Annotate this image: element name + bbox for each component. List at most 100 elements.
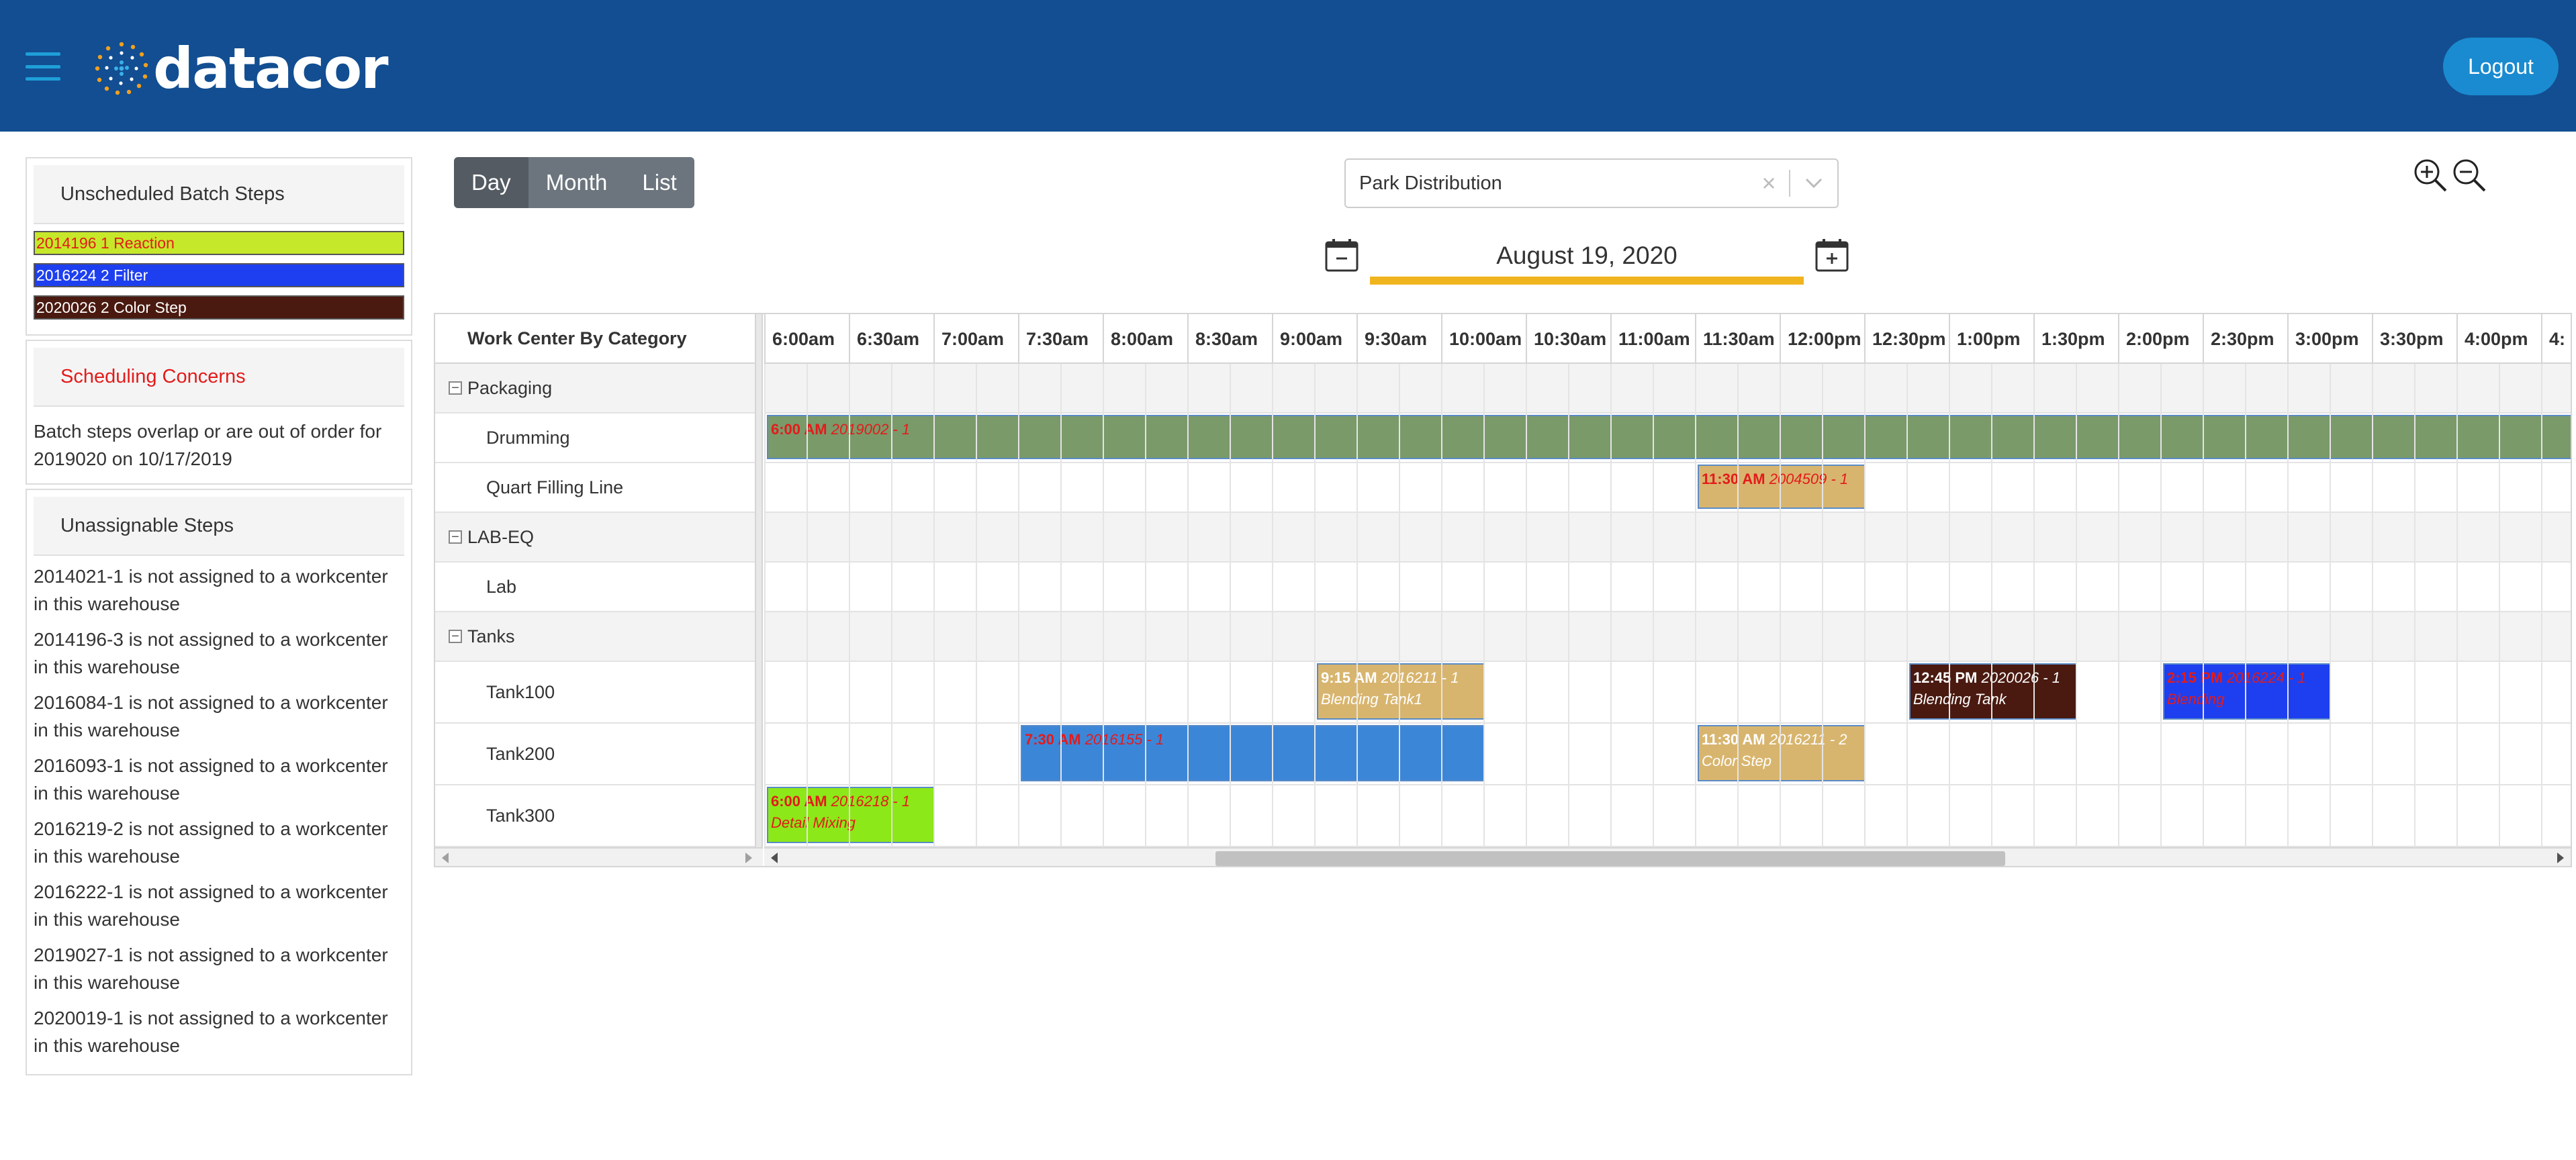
time-slot-header: 9:00am: [1272, 314, 1356, 364]
event-description: Blending Tank1: [1321, 691, 1422, 708]
unscheduled-batch-item[interactable]: 2020026 2 Color Step: [34, 295, 404, 320]
time-slot-header: 11:00am: [1610, 314, 1695, 364]
timeline-row-tank200[interactable]: 7:30 AM 2016155 - 1 11:30 AM 2016211 - 2 C…: [764, 724, 2571, 785]
view-day-button[interactable]: Day: [454, 157, 528, 208]
datacor-logo-icon: [95, 42, 148, 95]
timeline-rows: 6:00 AM 2019002 - 1 11:30 AM 2004509 - 1…: [764, 364, 2571, 847]
zoom-out-icon[interactable]: [2451, 157, 2487, 193]
schedule-event[interactable]: 6:00 AM 2019002 - 1: [767, 415, 2571, 459]
schedule-event[interactable]: 6:00 AM 2016218 - 1 Detail Mixing: [767, 787, 935, 843]
unassignable-panel: Unassignable Steps 2014021-1 is not assi…: [26, 489, 412, 1075]
event-code: 2020026 - 1: [1981, 669, 2060, 686]
unassignable-item: 2014196-3 is not assigned to a workcente…: [34, 629, 388, 677]
zoom-in-icon[interactable]: [2412, 157, 2448, 193]
time-slot-header: 11:30am: [1695, 314, 1780, 364]
calendar-minus-icon[interactable]: [1324, 238, 1359, 273]
category-label: LAB-EQ: [467, 526, 535, 547]
logout-button[interactable]: Logout: [2443, 38, 2559, 95]
resource-tank200: Tank200: [435, 724, 755, 785]
zoom-controls: [2412, 157, 2487, 193]
scheduler: Work Center By Category − Packaging Drum…: [434, 313, 2572, 867]
resource-quart-filling-line: Quart Filling Line: [435, 463, 755, 513]
event-time: 11:30 AM: [1702, 471, 1765, 487]
event-code: 2016224 - 1: [2227, 669, 2306, 686]
time-slot-header: 7:30am: [1018, 314, 1103, 364]
timeline-row-packaging: [764, 364, 2571, 414]
unscheduled-title: Unscheduled Batch Steps: [34, 165, 404, 224]
timeline-scrollbar[interactable]: [764, 847, 2571, 866]
time-slot-header: 2:30pm: [2203, 314, 2287, 364]
event-time: 6:00 AM: [771, 421, 827, 438]
event-time: 9:15 AM: [1321, 669, 1377, 686]
menu-icon[interactable]: [26, 52, 60, 81]
event-code: 2016211 - 1: [1381, 669, 1459, 686]
view-month-button[interactable]: Month: [528, 157, 625, 208]
clear-icon[interactable]: ×: [1749, 169, 1789, 197]
schedule-event[interactable]: 11:30 AM 2016211 - 2 Color Step: [1698, 725, 1866, 781]
time-slot-header: 9:30am: [1356, 314, 1441, 364]
time-slot-header: 10:30am: [1526, 314, 1610, 364]
time-slot-header: 4:: [2541, 314, 2571, 364]
chevron-down-icon[interactable]: [1790, 177, 1837, 189]
timeline-row-tanks: [764, 612, 2571, 662]
collapse-icon[interactable]: −: [449, 530, 462, 544]
category-label: Tanks: [467, 626, 515, 646]
calendar-plus-icon[interactable]: [1814, 238, 1849, 273]
time-slot-header: 2:00pm: [2118, 314, 2203, 364]
resource-lab: Lab: [435, 563, 755, 612]
schedule-event[interactable]: 11:30 AM 2004509 - 1: [1698, 465, 1866, 509]
time-header: 6:00am 6:30am 7:00am 7:30am 8:00am 8:30am 9:00…: [764, 314, 2571, 364]
time-slot-header: 1:30pm: [2033, 314, 2118, 364]
scrollbar-thumb[interactable]: [1215, 851, 2005, 866]
timeline-row-quart[interactable]: 11:30 AM 2004509 - 1: [764, 463, 2571, 513]
unassignable-item: 2019027-1 is not assigned to a workcente…: [34, 945, 388, 993]
schedule-event[interactable]: 9:15 AM 2016211 - 1 Blending Tank1: [1317, 663, 1485, 720]
resource-splitter[interactable]: [756, 314, 763, 847]
timeline-row-lab-eq: [764, 513, 2571, 563]
scroll-left-arrow[interactable]: [771, 853, 778, 863]
time-slot-header: 6:30am: [849, 314, 933, 364]
event-code: 2019002 - 1: [831, 421, 911, 438]
event-time: 6:00 AM: [771, 793, 827, 810]
schedule-event[interactable]: 7:30 AM 2016155 - 1: [1021, 725, 1485, 781]
timeline-row-tank100[interactable]: 9:15 AM 2016211 - 1 Blending Tank1 12:45 P…: [764, 662, 2571, 724]
event-code: 2016211 - 2: [1769, 731, 1847, 748]
warehouse-select[interactable]: Park Distribution ×: [1344, 158, 1839, 208]
unassignable-item: 2016093-1 is not assigned to a workcente…: [34, 755, 388, 804]
time-slot-header: 8:30am: [1187, 314, 1272, 364]
time-slot-header: 10:00am: [1441, 314, 1526, 364]
unassignable-title: Unassignable Steps: [34, 497, 404, 556]
view-list-button[interactable]: List: [625, 157, 694, 208]
event-code: 2016218 - 1: [831, 793, 911, 810]
schedule-event[interactable]: 2:15 PM 2016224 - 1 Blending: [2163, 663, 2331, 720]
timeline-row-lab[interactable]: [764, 563, 2571, 612]
timeline-row-tank300[interactable]: 6:00 AM 2016218 - 1 Detail Mixing: [764, 785, 2571, 847]
time-slot-header: 6:00am: [764, 314, 849, 364]
scroll-right-arrow[interactable]: [2557, 853, 2564, 863]
collapse-icon[interactable]: −: [449, 381, 462, 395]
schedule-event[interactable]: 12:45 PM 2020026 - 1 Blending Tank: [1909, 663, 2077, 720]
event-description: Color Step: [1702, 753, 1772, 769]
unscheduled-batch-item[interactable]: 2014196 1 Reaction: [34, 231, 404, 255]
event-time: 11:30 AM: [1702, 731, 1765, 748]
scroll-left-arrow[interactable]: [442, 853, 449, 863]
collapse-icon[interactable]: −: [449, 630, 462, 643]
timeline-row-drumming[interactable]: 6:00 AM 2019002 - 1: [764, 414, 2571, 463]
time-slot-header: 8:00am: [1103, 314, 1187, 364]
unscheduled-batch-item[interactable]: 2016224 2 Filter: [34, 263, 404, 287]
event-time: 2:15 PM: [2167, 669, 2223, 686]
current-date: August 19, 2020: [1370, 235, 1804, 285]
scroll-right-arrow[interactable]: [745, 853, 752, 863]
event-code: 2004509 - 1: [1769, 471, 1849, 487]
time-slot-header: 3:30pm: [2372, 314, 2456, 364]
time-slot-header: 12:30pm: [1864, 314, 1949, 364]
event-description: Blending: [2167, 691, 2225, 708]
concerns-title: Scheduling Concerns: [34, 348, 404, 407]
resource-scrollbar[interactable]: [435, 847, 763, 866]
time-slot-header: 12:00pm: [1780, 314, 1864, 364]
concerns-text: Batch steps overlap or are out of order …: [34, 421, 382, 469]
event-description: Blending Tank: [1913, 691, 2007, 708]
time-slot-header: 7:00am: [933, 314, 1018, 364]
view-switcher: Day Month List: [454, 157, 694, 208]
event-time: 7:30 AM: [1025, 731, 1081, 748]
